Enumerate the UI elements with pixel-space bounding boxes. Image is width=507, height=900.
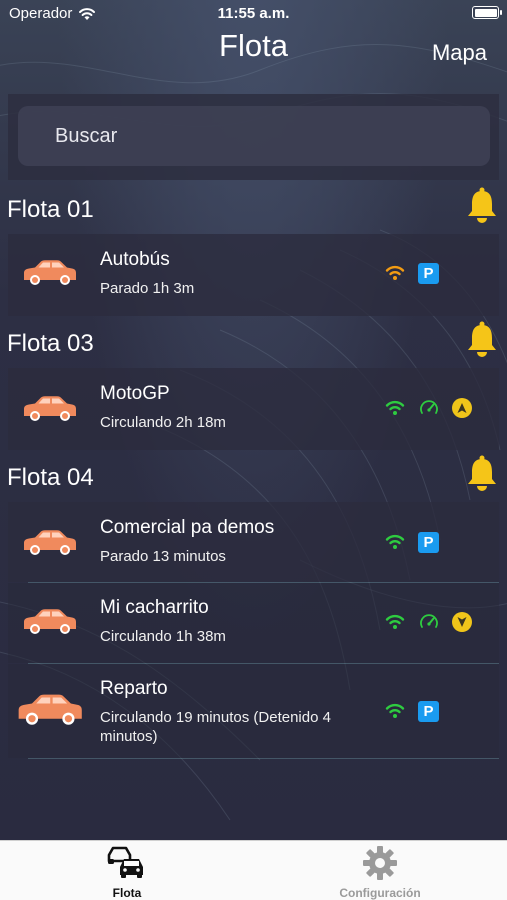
parking-icon: P <box>418 700 439 722</box>
tab-fleet[interactable]: Flota <box>27 845 227 900</box>
section-header: Flota 03 <box>0 321 507 364</box>
vehicle-status: Circulando 1h 38m <box>100 628 226 645</box>
vehicle-row[interactable]: MotoGP Circulando 2h 18m <box>8 368 499 450</box>
wifi-green-icon <box>385 703 405 718</box>
vehicle-name: Reparto <box>100 678 168 699</box>
speedometer-icon <box>420 614 438 628</box>
section-title: Flota 04 <box>7 464 94 491</box>
vehicle-name: Autobús <box>100 249 170 270</box>
car-icon <box>24 260 76 285</box>
parking-icon: P <box>418 531 439 553</box>
car-icon <box>24 609 76 634</box>
tab-bar: Flota Configuración <box>0 840 507 900</box>
vehicle-status: Circulando 19 minutos (Detenido 4 minuto… <box>100 709 331 745</box>
vehicle-name: MotoGP <box>100 383 170 404</box>
section-title: Flota 01 <box>7 196 94 223</box>
wifi-orange-icon <box>385 265 405 280</box>
gear-icon <box>363 846 397 880</box>
vehicle-row[interactable]: Reparto Circulando 19 minutos (Detenido … <box>8 664 499 758</box>
status-bar: Operador 11:55 a.m. <box>0 0 507 26</box>
section-title: Flota 03 <box>7 330 94 357</box>
car-icon <box>24 530 76 555</box>
speedometer-icon <box>420 400 438 414</box>
vehicle-row[interactable]: Mi cacharrito Circulando 1h 38m <box>8 583 499 663</box>
search-input[interactable]: Buscar <box>18 106 490 166</box>
tab-settings[interactable]: Configuración <box>280 845 480 900</box>
search-placeholder: Buscar <box>55 125 118 147</box>
parking-icon: P <box>418 262 439 284</box>
wifi-green-icon <box>385 534 405 549</box>
bell-icon[interactable] <box>465 454 499 492</box>
search-bar-container: Buscar <box>8 94 499 180</box>
section-header: Flota 01 <box>0 187 507 230</box>
tab-label: Configuración <box>339 886 421 900</box>
wifi-green-icon <box>385 614 405 629</box>
vehicle-name: Comercial pa demos <box>100 517 275 538</box>
vehicle-row[interactable]: Comercial pa demos Parado 13 minutos P <box>8 502 499 582</box>
wifi-green-icon <box>385 400 405 415</box>
car-icon <box>18 694 82 725</box>
battery-icon <box>472 6 502 19</box>
direction-north-icon <box>452 398 472 418</box>
vehicle-status: Circulando 2h 18m <box>100 414 226 431</box>
vehicle-row[interactable]: Autobús Parado 1h 3m P <box>8 234 499 316</box>
status-time: 11:55 a.m. <box>217 5 290 22</box>
car-icon <box>24 396 76 421</box>
vehicle-status: Parado 13 minutos <box>100 548 226 565</box>
row-divider <box>28 758 499 759</box>
section-header: Flota 04 <box>0 455 507 498</box>
direction-south-icon <box>452 612 472 632</box>
vehicle-name: Mi cacharrito <box>100 597 209 618</box>
bell-icon[interactable] <box>465 186 499 224</box>
fleet-cars-icon <box>107 846 143 878</box>
bell-icon[interactable] <box>465 320 499 358</box>
page-title: Flota <box>219 28 288 63</box>
map-button[interactable]: Mapa <box>432 40 487 66</box>
tab-label: Flota <box>112 886 142 900</box>
vehicle-status: Parado 1h 3m <box>100 280 195 297</box>
